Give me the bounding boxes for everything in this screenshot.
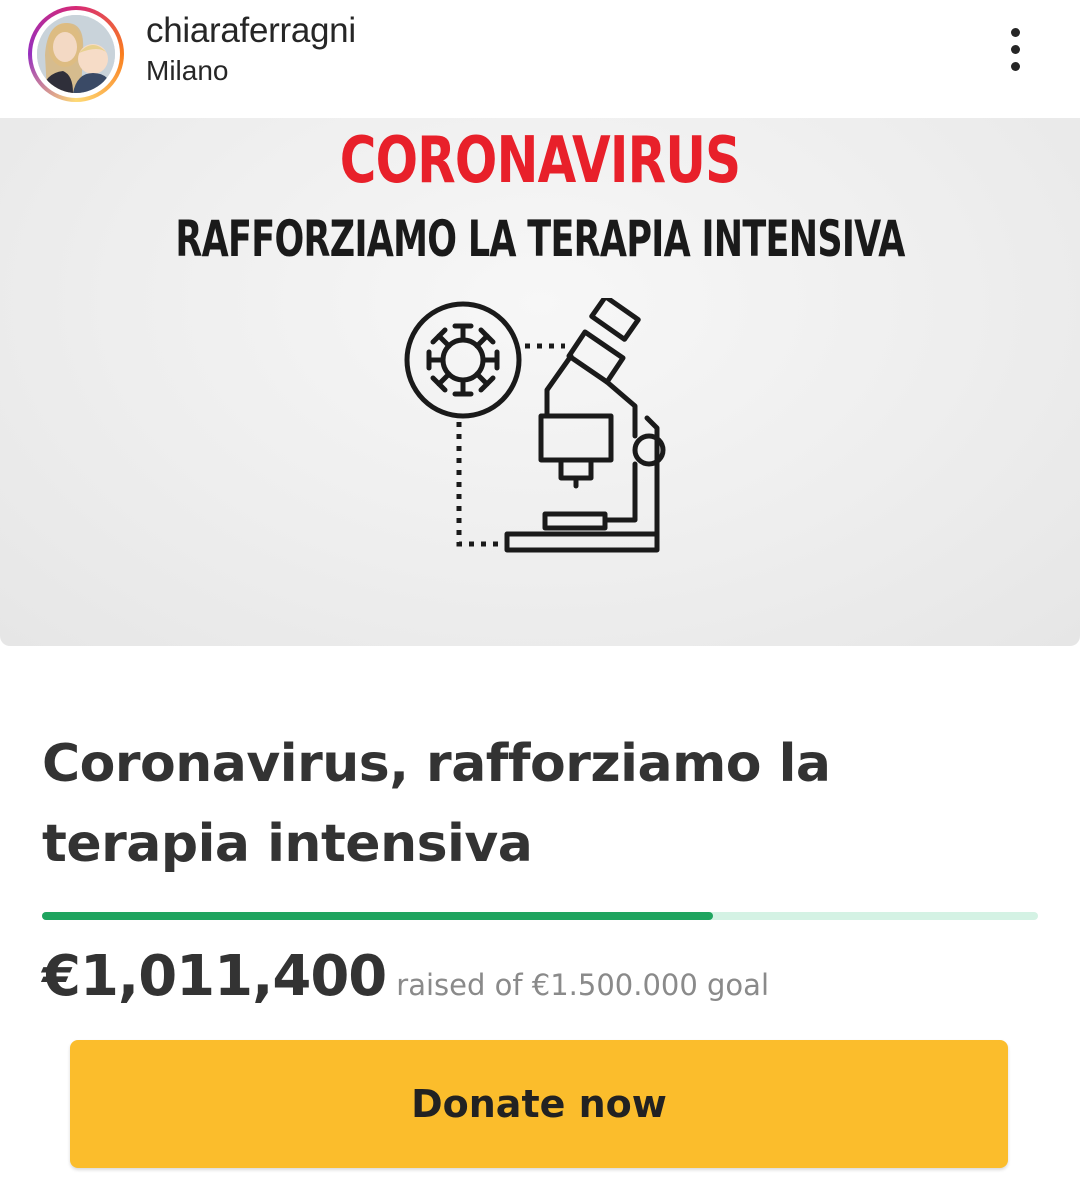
post-image[interactable]: CORONAVIRUS RAFFORZIAMO LA TERAPIA INTEN… (0, 118, 1080, 1186)
username[interactable]: chiaraferragni (146, 11, 356, 51)
microscope-icon (504, 298, 666, 553)
virus-icon (404, 301, 522, 419)
campaign-banner: CORONAVIRUS RAFFORZIAMO LA TERAPIA INTEN… (0, 118, 1080, 646)
raised-amount: €1,011,400 (42, 944, 387, 1009)
fundraising-progress-bar (42, 912, 1038, 920)
banner-title: CORONAVIRUS (339, 124, 741, 198)
avatar[interactable] (28, 6, 124, 102)
banner-subtitle: RAFFORZIAMO LA TERAPIA INTENSIVA (175, 210, 905, 268)
donate-now-button[interactable]: Donate now (70, 1040, 1008, 1168)
campaign-title: Coronavirus, rafforziamo la terapia inte… (42, 734, 831, 874)
progress-fill (42, 912, 714, 920)
location-tag[interactable]: Milano (146, 55, 228, 87)
avatar-photo (37, 15, 115, 93)
illustration (404, 298, 666, 553)
post-header: chiaraferragni Milano (0, 0, 1080, 118)
avatar-image-icon (37, 15, 115, 93)
more-options-button[interactable] (996, 24, 1036, 76)
amount-row: €1,011,400 raised of €1.500.000 goal (42, 944, 769, 1009)
goal-text: raised of €1.500.000 goal (396, 968, 770, 1002)
vertical-ellipsis-icon (1011, 28, 1020, 37)
